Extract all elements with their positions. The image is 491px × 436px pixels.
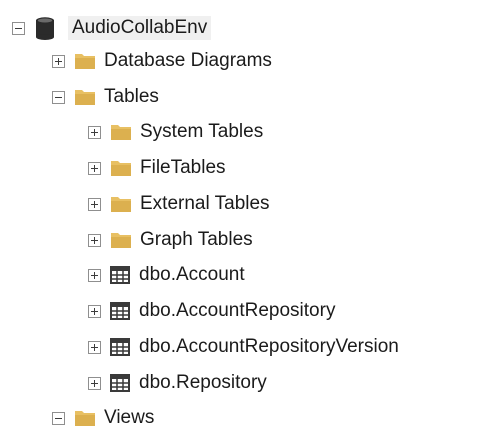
collapse-toggle-icon[interactable] (52, 411, 65, 425)
expand-toggle-icon[interactable] (88, 197, 101, 211)
expand-toggle-icon[interactable] (88, 376, 101, 390)
tables-label: Tables (104, 86, 159, 107)
folder-icon (75, 411, 95, 426)
table-icon (110, 374, 130, 392)
folder-icon (111, 233, 131, 248)
tree-node-database[interactable]: AudioCollabEnv (12, 10, 212, 46)
views-label: Views (104, 407, 155, 428)
expand-toggle-icon[interactable] (52, 54, 65, 68)
graph-tables-label: Graph Tables (140, 229, 253, 250)
folder-icon (111, 125, 131, 140)
tree-node-filetables[interactable]: FileTables (88, 150, 226, 186)
expand-toggle-icon[interactable] (88, 233, 101, 247)
collapse-toggle-icon[interactable] (52, 90, 65, 104)
tree-node-table-account[interactable]: dbo.Account (88, 257, 245, 293)
tree-node-table-accountrepository[interactable]: dbo.AccountRepository (88, 293, 335, 329)
folder-icon (75, 90, 95, 105)
system-tables-label: System Tables (140, 121, 264, 142)
expand-toggle-icon[interactable] (88, 340, 101, 354)
tree-node-table-repository[interactable]: dbo.Repository (88, 365, 267, 401)
folder-icon (111, 161, 131, 176)
database-label: AudioCollabEnv (68, 16, 212, 40)
table-icon (110, 266, 130, 284)
tree-node-views[interactable]: Views (52, 400, 154, 436)
tree-node-tables[interactable]: Tables (52, 79, 159, 115)
table-icon (110, 338, 130, 356)
filetables-label: FileTables (140, 157, 226, 178)
database-diagrams-label: Database Diagrams (104, 50, 272, 71)
tree-node-database-diagrams[interactable]: Database Diagrams (52, 43, 272, 79)
table-label: dbo.AccountRepositoryVersion (139, 336, 399, 357)
table-label: dbo.Repository (139, 372, 267, 393)
expand-toggle-icon[interactable] (88, 125, 101, 139)
folder-icon (111, 197, 131, 212)
database-icon (36, 17, 54, 40)
object-explorer-tree: AudioCollabEnv Database Diagrams Tables … (0, 0, 491, 428)
table-icon (110, 302, 130, 320)
folder-icon (75, 54, 95, 69)
collapse-toggle-icon[interactable] (12, 21, 25, 35)
expand-toggle-icon[interactable] (88, 161, 101, 175)
expand-toggle-icon[interactable] (88, 304, 101, 318)
table-label: dbo.Account (139, 264, 245, 285)
external-tables-label: External Tables (140, 193, 270, 214)
tree-node-graph-tables[interactable]: Graph Tables (88, 222, 253, 258)
table-label: dbo.AccountRepository (139, 300, 336, 321)
tree-node-system-tables[interactable]: System Tables (88, 114, 263, 150)
tree-node-table-accountrepositoryversion[interactable]: dbo.AccountRepositoryVersion (88, 329, 399, 365)
expand-toggle-icon[interactable] (88, 268, 101, 282)
tree-node-external-tables[interactable]: External Tables (88, 186, 270, 222)
